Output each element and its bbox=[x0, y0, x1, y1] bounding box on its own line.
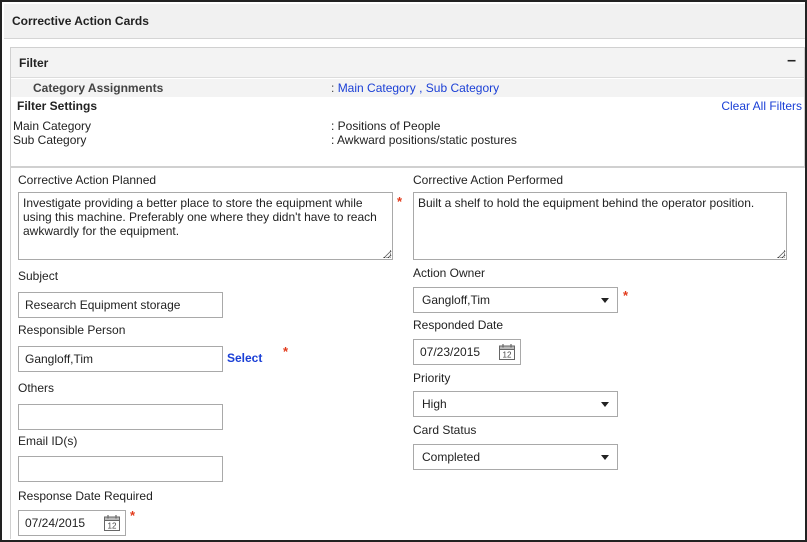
response-date-required-input[interactable]: 07/24/2015 12 bbox=[18, 510, 126, 536]
corrective-action-form: Corrective Action Planned Investigate pr… bbox=[10, 167, 805, 539]
subject-label: Subject bbox=[18, 269, 59, 283]
filter-title: Filter bbox=[19, 56, 49, 70]
filter-settings-label: Filter Settings bbox=[17, 99, 98, 113]
card-status-value: Completed bbox=[422, 450, 481, 464]
calendar-icon[interactable]: 12 bbox=[103, 514, 121, 532]
select-person-link[interactable]: Select bbox=[227, 351, 262, 365]
corrective-action-planned-text: Investigate providing a better place to … bbox=[23, 196, 377, 238]
required-mark: * bbox=[397, 194, 403, 209]
category-assignments-prefix: : bbox=[331, 81, 335, 95]
sub-category-link[interactable]: Sub Category bbox=[426, 81, 499, 95]
required-mark: * bbox=[283, 344, 289, 359]
corrective-action-performed-textarea[interactable]: Built a shelf to hold the equipment behi… bbox=[413, 192, 787, 260]
main-category-value: : Positions of People bbox=[331, 119, 441, 133]
required-mark: * bbox=[623, 288, 629, 303]
page-header: Corrective Action Cards bbox=[4, 4, 805, 39]
minus-icon[interactable]: – bbox=[787, 52, 796, 70]
responded-date-input[interactable]: 07/23/2015 12 bbox=[413, 339, 521, 365]
filter-panel: Filter – Category Assignments : Main Cat… bbox=[10, 47, 805, 167]
app-window: Corrective Action Cards Filter – Categor… bbox=[0, 0, 807, 542]
card-status-label: Card Status bbox=[413, 423, 477, 437]
responded-date-label: Responded Date bbox=[413, 318, 504, 332]
sub-category-value: : Awkward positions/static postures bbox=[331, 133, 517, 147]
responded-date-value: 07/23/2015 bbox=[420, 345, 481, 359]
email-ids-input[interactable] bbox=[18, 456, 223, 482]
response-date-required-value: 07/24/2015 bbox=[25, 516, 86, 530]
action-owner-label: Action Owner bbox=[413, 266, 486, 280]
responsible-person-label: Responsible Person bbox=[18, 323, 126, 337]
category-assignments-label: Category Assignments bbox=[33, 81, 164, 95]
corrective-action-planned-label: Corrective Action Planned bbox=[18, 173, 157, 187]
corrective-action-performed-label: Corrective Action Performed bbox=[413, 173, 564, 187]
others-input[interactable] bbox=[18, 404, 223, 430]
required-mark: * bbox=[130, 508, 136, 523]
chevron-down-icon bbox=[601, 298, 609, 303]
resize-handle-icon[interactable] bbox=[383, 250, 391, 258]
chevron-down-icon bbox=[601, 402, 609, 407]
main-category-link[interactable]: Main Category bbox=[338, 81, 416, 95]
action-owner-select[interactable]: Gangloff,Tim bbox=[413, 287, 618, 313]
filter-header: Filter – bbox=[11, 48, 804, 78]
action-owner-value: Gangloff,Tim bbox=[422, 293, 491, 307]
priority-value: High bbox=[422, 397, 447, 411]
others-label: Others bbox=[18, 381, 55, 395]
corrective-action-planned-textarea[interactable]: Investigate providing a better place to … bbox=[18, 192, 393, 260]
main-category-key: Main Category bbox=[13, 119, 92, 133]
resize-handle-icon[interactable] bbox=[777, 250, 785, 258]
response-date-required-label: Response Date Required bbox=[18, 489, 153, 503]
sub-category-key: Sub Category bbox=[13, 133, 87, 147]
card-status-select[interactable]: Completed bbox=[413, 444, 618, 470]
chevron-down-icon bbox=[601, 455, 609, 460]
calendar-icon[interactable]: 12 bbox=[498, 343, 516, 361]
page-title: Corrective Action Cards bbox=[12, 14, 149, 28]
subject-input[interactable]: Research Equipment storage bbox=[18, 292, 223, 318]
corrective-action-performed-text: Built a shelf to hold the equipment behi… bbox=[418, 196, 755, 210]
calendar-day: 12 bbox=[503, 351, 512, 360]
responsible-person-input[interactable]: Gangloff,Tim bbox=[18, 346, 223, 372]
calendar-day: 12 bbox=[108, 522, 117, 531]
category-separator: , bbox=[419, 81, 423, 95]
priority-select[interactable]: High bbox=[413, 391, 618, 417]
email-ids-label: Email ID(s) bbox=[18, 434, 78, 448]
clear-all-filters-link[interactable]: Clear All Filters bbox=[721, 99, 802, 113]
priority-label: Priority bbox=[413, 371, 451, 385]
category-assignments-value: : Main Category , Sub Category bbox=[331, 81, 499, 95]
